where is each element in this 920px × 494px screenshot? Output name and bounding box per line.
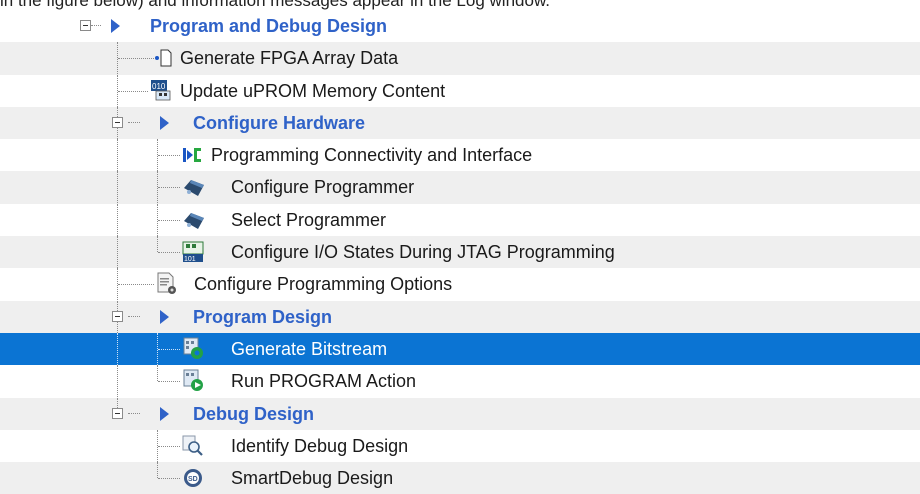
tree-label: Select Programmer bbox=[231, 209, 387, 230]
tree-label: Configure Programming Options bbox=[194, 274, 453, 295]
group-arrow-icon bbox=[160, 406, 169, 421]
collapse-toggle-icon[interactable] bbox=[112, 310, 123, 322]
tree-group-program-design[interactable]: Program Design bbox=[0, 300, 920, 333]
tree-label: Configure Programmer bbox=[231, 177, 415, 198]
bitstream-icon bbox=[183, 337, 203, 359]
tree-label: Run PROGRAM Action bbox=[231, 371, 417, 392]
tree-label: Generate FPGA Array Data bbox=[180, 48, 399, 69]
tree-group-configure-hardware[interactable]: Configure Hardware bbox=[0, 106, 920, 140]
tree-item-smartdebug-design[interactable]: SD SmartDebug Design bbox=[0, 462, 920, 494]
tree-item-update-uprom[interactable]: 010 Update uPROM Memory Content bbox=[0, 74, 920, 107]
tree-group-debug-design[interactable]: Debug Design bbox=[0, 397, 920, 430]
tree-item-generate-fpga[interactable]: Generate FPGA Array Data bbox=[0, 42, 920, 75]
tree-label: Configure Hardware bbox=[193, 112, 366, 133]
tree-item-configure-io-states[interactable]: 101 Configure I/O States During JTAG Pro… bbox=[0, 236, 920, 269]
svg-text:101: 101 bbox=[184, 256, 196, 263]
tree-label: Program and Debug Design bbox=[150, 16, 388, 36]
collapse-toggle-icon[interactable] bbox=[112, 116, 123, 128]
tree-item-generate-bitstream[interactable]: Generate Bitstream bbox=[0, 332, 920, 366]
design-flow-tree: Program and Debug Design Generate FPGA A… bbox=[0, 10, 920, 494]
programmer-icon bbox=[184, 212, 204, 229]
tree-item-run-program-action[interactable]: Run PROGRAM Action bbox=[0, 365, 920, 398]
collapse-toggle-icon[interactable] bbox=[80, 20, 91, 31]
memory-binary-icon: 010 bbox=[151, 79, 171, 100]
collapse-toggle-icon[interactable] bbox=[112, 407, 123, 419]
tree-item-configure-programmer[interactable]: Configure Programmer bbox=[0, 171, 920, 204]
group-arrow-icon bbox=[160, 309, 169, 324]
smartdebug-icon: SD bbox=[184, 469, 202, 488]
svg-text:SD: SD bbox=[188, 476, 198, 483]
group-arrow-icon bbox=[111, 19, 120, 33]
tree-item-select-programmer[interactable]: Select Programmer bbox=[0, 203, 920, 236]
document-icon bbox=[155, 49, 172, 67]
tree-label: Debug Design bbox=[193, 403, 315, 424]
group-arrow-icon bbox=[160, 115, 169, 130]
tree-label: Programming Connectivity and Interface bbox=[211, 145, 533, 166]
tree-label: Update uPROM Memory Content bbox=[180, 80, 446, 101]
programmer-icon bbox=[184, 180, 204, 197]
tree-label: Generate Bitstream bbox=[231, 338, 388, 359]
tree-item-identify-debug-design[interactable]: Identify Debug Design bbox=[0, 429, 920, 462]
tree-label: Configure I/O States During JTAG Program… bbox=[231, 242, 615, 263]
tree-label: Identify Debug Design bbox=[231, 435, 409, 456]
svg-text:010: 010 bbox=[152, 82, 166, 91]
connectivity-icon bbox=[183, 148, 201, 163]
tree-item-configure-programming-options[interactable]: Configure Programming Options bbox=[0, 268, 920, 301]
options-gear-icon bbox=[157, 272, 176, 295]
tree-group-program-debug[interactable]: Program and Debug Design bbox=[0, 10, 920, 42]
run-action-icon bbox=[183, 369, 203, 392]
magnifier-icon bbox=[182, 435, 203, 456]
tree-label: Program Design bbox=[193, 306, 333, 327]
tree-item-programming-connectivity[interactable]: Programming Connectivity and Interface bbox=[0, 139, 920, 172]
tree-label: SmartDebug Design bbox=[231, 468, 394, 489]
io-states-icon: 101 bbox=[182, 241, 204, 263]
